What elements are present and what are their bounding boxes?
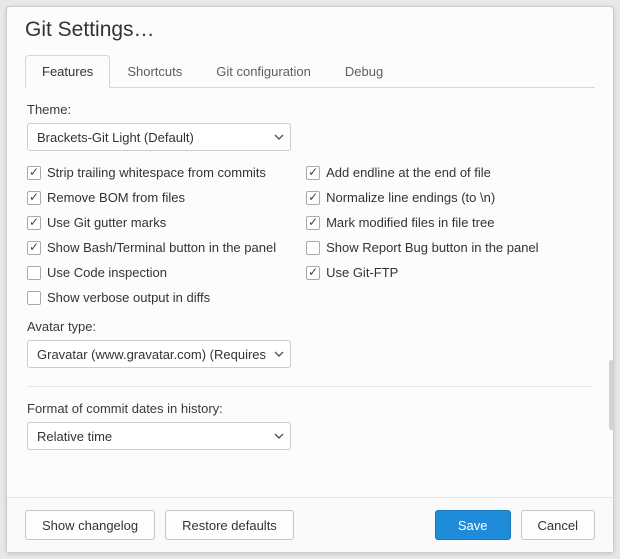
chevron-down-icon [274, 431, 284, 441]
checkbox-icon[interactable] [27, 241, 41, 255]
avatar-select[interactable]: Gravatar (www.gravatar.com) (Requires in… [27, 340, 291, 368]
dialog-title: Git Settings… [7, 7, 613, 48]
dialog-footer: Show changelog Restore defaults Save Can… [7, 497, 613, 552]
checkbox-label: Show Bash/Terminal button in the panel [47, 240, 276, 255]
scrollbar-thumb[interactable] [609, 360, 614, 430]
tab-features[interactable]: Features [25, 55, 110, 88]
features-panel: Theme: Brackets-Git Light (Default) Stri… [25, 88, 595, 450]
tab-shortcuts[interactable]: Shortcuts [110, 55, 199, 88]
checkbox-label: Use Git gutter marks [47, 215, 166, 230]
divider [27, 386, 593, 387]
checkbox-row[interactable]: Show Bash/Terminal button in the panel [27, 240, 276, 255]
checkbox-label: Strip trailing whitespace from commits [47, 165, 266, 180]
checkbox-row[interactable]: Use Git gutter marks [27, 215, 276, 230]
checkbox-label: Mark modified files in file tree [326, 215, 494, 230]
dateformat-select[interactable]: Relative time [27, 422, 291, 450]
checkbox-row[interactable]: Show Report Bug button in the panel [306, 240, 538, 255]
checkbox-row[interactable]: Remove BOM from files [27, 190, 276, 205]
dateformat-select-value: Relative time [37, 429, 112, 444]
checkbox-label: Remove BOM from files [47, 190, 185, 205]
show-changelog-button[interactable]: Show changelog [25, 510, 155, 540]
checkbox-row[interactable]: Show verbose output in diffs [27, 290, 276, 305]
checkbox-label: Show Report Bug button in the panel [326, 240, 538, 255]
checkbox-row[interactable]: Add endline at the end of file [306, 165, 538, 180]
checkbox-row[interactable]: Strip trailing whitespace from commits [27, 165, 276, 180]
checkbox-grid: Strip trailing whitespace from commits Re… [27, 165, 593, 305]
checkbox-label: Normalize line endings (to \n) [326, 190, 495, 205]
restore-defaults-button[interactable]: Restore defaults [165, 510, 294, 540]
theme-select-value: Brackets-Git Light (Default) [37, 130, 194, 145]
checkbox-icon[interactable] [306, 166, 320, 180]
checkbox-icon[interactable] [27, 166, 41, 180]
checkbox-label: Use Git-FTP [326, 265, 398, 280]
checkbox-row[interactable]: Mark modified files in file tree [306, 215, 538, 230]
checkbox-icon[interactable] [306, 191, 320, 205]
checkbox-icon[interactable] [306, 216, 320, 230]
theme-select[interactable]: Brackets-Git Light (Default) [27, 123, 291, 151]
avatar-select-value: Gravatar (www.gravatar.com) (Requires in… [37, 347, 268, 362]
tab-git-configuration[interactable]: Git configuration [199, 55, 328, 88]
tab-debug[interactable]: Debug [328, 55, 400, 88]
checkbox-icon[interactable] [27, 291, 41, 305]
cancel-button[interactable]: Cancel [521, 510, 595, 540]
checkbox-row[interactable]: Use Git-FTP [306, 265, 538, 280]
chevron-down-icon [274, 132, 284, 142]
checkbox-icon[interactable] [27, 191, 41, 205]
checkbox-icon[interactable] [306, 266, 320, 280]
checkbox-label: Show verbose output in diffs [47, 290, 210, 305]
checkbox-row[interactable]: Use Code inspection [27, 265, 276, 280]
tabs-bar: Features Shortcuts Git configuration Deb… [25, 54, 595, 88]
checkbox-label: Use Code inspection [47, 265, 167, 280]
checkbox-row[interactable]: Normalize line endings (to \n) [306, 190, 538, 205]
dateformat-label: Format of commit dates in history: [27, 401, 593, 416]
theme-label: Theme: [27, 102, 593, 117]
checkbox-icon[interactable] [27, 266, 41, 280]
checkbox-icon[interactable] [27, 216, 41, 230]
checkbox-icon[interactable] [306, 241, 320, 255]
avatar-label: Avatar type: [27, 319, 593, 334]
save-button[interactable]: Save [435, 510, 511, 540]
chevron-down-icon [274, 349, 284, 359]
checkbox-label: Add endline at the end of file [326, 165, 491, 180]
dialog-content: Features Shortcuts Git configuration Deb… [7, 48, 613, 497]
git-settings-dialog: Git Settings… Features Shortcuts Git con… [6, 6, 614, 553]
